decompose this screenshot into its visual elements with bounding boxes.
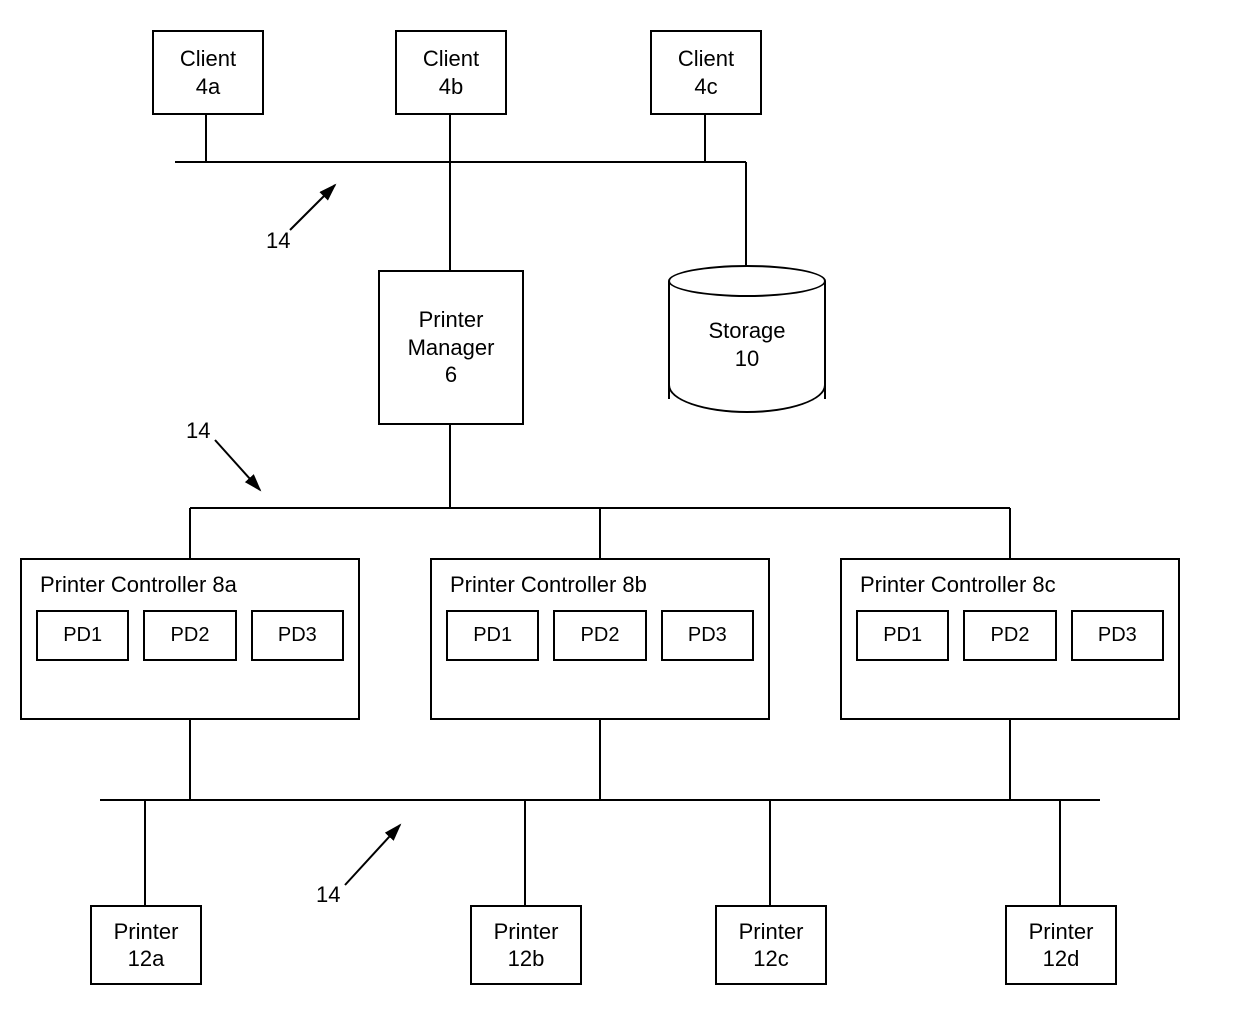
printer-12b-line1: Printer [494,918,559,946]
printer-controller-8b-title: Printer Controller 8b [450,572,754,598]
client-4b-title: Client [423,45,479,73]
storage-line2: 10 [735,346,759,371]
ref-label-14-bottom: 14 [316,882,340,908]
printer-controller-8a: Printer Controller 8a PD1 PD2 PD3 [20,558,360,720]
printer-12a-box: Printer 12a [90,905,202,985]
client-4a-title: Client [180,45,236,73]
printer-manager-box: Printer Manager 6 [378,270,524,425]
pd-8a-1: PD1 [36,610,129,661]
printer-12d-box: Printer 12d [1005,905,1117,985]
client-4a-id: 4a [196,73,220,101]
client-4a-box: Client 4a [152,30,264,115]
pd-8a-3: PD3 [251,610,344,661]
printer-controller-8b: Printer Controller 8b PD1 PD2 PD3 [430,558,770,720]
printer-controller-8c-title: Printer Controller 8c [860,572,1164,598]
storage-cylinder: Storage 10 [668,265,826,413]
printer-controller-8a-title: Printer Controller 8a [40,572,344,598]
printer-12c-line2: 12c [753,945,788,973]
printer-12c-line1: Printer [739,918,804,946]
printer-12b-line2: 12b [508,945,545,973]
client-4b-id: 4b [439,73,463,101]
client-4b-box: Client 4b [395,30,507,115]
printer-12c-box: Printer 12c [715,905,827,985]
connectors [0,0,1240,1021]
printer-12b-box: Printer 12b [470,905,582,985]
ref-label-14-top: 14 [266,228,290,254]
printer-12d-line2: 12d [1043,945,1080,973]
pd-8b-1: PD1 [446,610,539,661]
client-4c-title: Client [678,45,734,73]
pd-8b-2: PD2 [553,610,646,661]
client-4c-id: 4c [694,73,717,101]
pd-8a-2: PD2 [143,610,236,661]
printer-controller-8c: Printer Controller 8c PD1 PD2 PD3 [840,558,1180,720]
printer-manager-line2: Manager [408,334,495,362]
printer-12d-line1: Printer [1029,918,1094,946]
pd-8c-3: PD3 [1071,610,1164,661]
printer-manager-line1: Printer [419,306,484,334]
arrows [0,0,1240,1021]
printer-12a-line2: 12a [128,945,165,973]
pd-8b-3: PD3 [661,610,754,661]
ref-label-14-mid: 14 [186,418,210,444]
printer-manager-line3: 6 [445,361,457,389]
diagram-stage: Client 4a Client 4b Client 4c Printer Ma… [0,0,1240,1021]
pd-8c-2: PD2 [963,610,1056,661]
pd-8c-1: PD1 [856,610,949,661]
client-4c-box: Client 4c [650,30,762,115]
printer-12a-line1: Printer [114,918,179,946]
storage-line1: Storage [708,318,785,343]
